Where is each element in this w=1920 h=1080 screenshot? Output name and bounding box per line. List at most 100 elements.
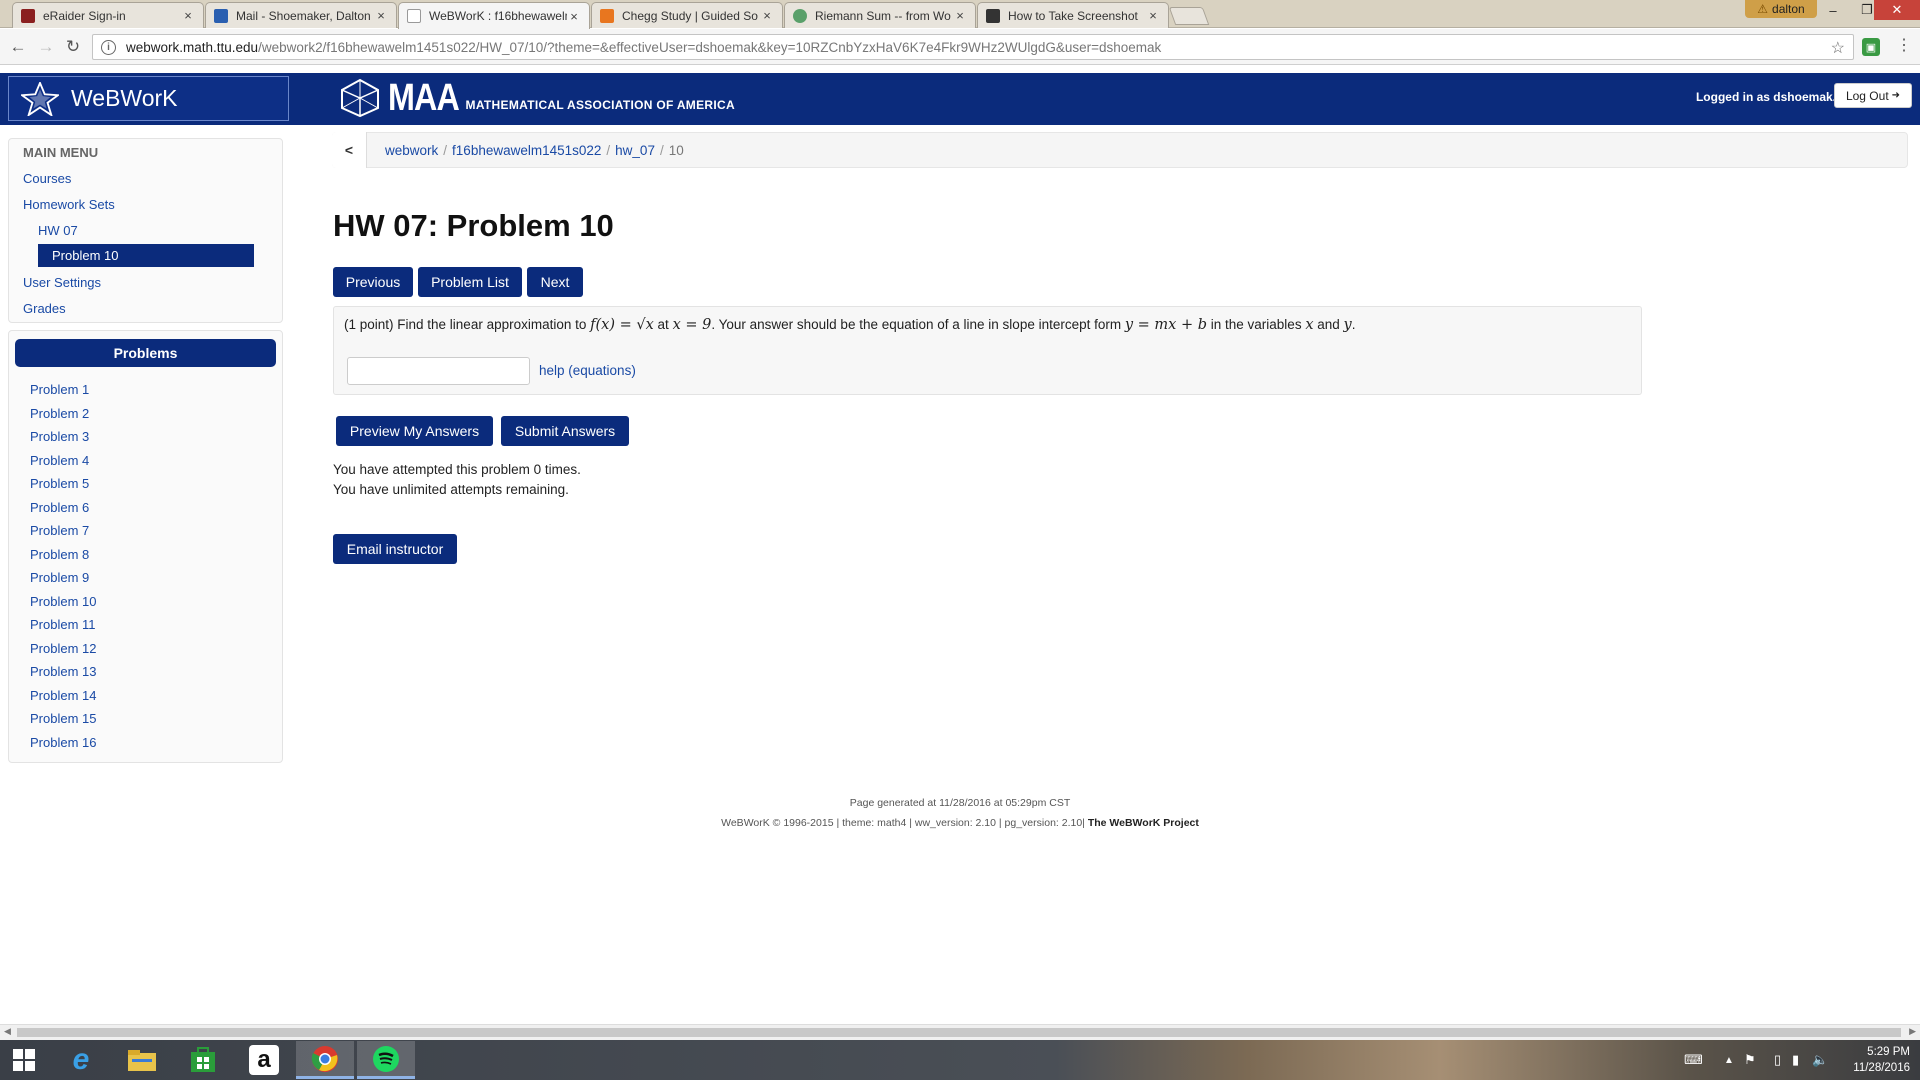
math-var-y: y xyxy=(1343,317,1352,333)
problem-list-button[interactable]: Problem List xyxy=(418,267,522,297)
site-header: WeBWorK MAA MATHEMATICAL ASSOCIATION OF … xyxy=(0,73,1920,125)
menu-current-problem-link[interactable]: Problem 10 xyxy=(38,244,254,267)
back-arrow-icon[interactable]: ← xyxy=(8,37,28,57)
next-button[interactable]: Next xyxy=(527,267,583,297)
browser-tab-webwork[interactable]: WeBWorK : f16bhewawelm × xyxy=(398,2,590,29)
windows-start-icon[interactable] xyxy=(0,1041,48,1079)
network-icon[interactable]: ▮ xyxy=(1792,1052,1799,1068)
problem-link-7[interactable]: Problem 7 xyxy=(30,523,96,547)
browser-tab-htg[interactable]: How to Take Screenshot × xyxy=(977,2,1169,28)
scroll-right-icon[interactable]: ▶ xyxy=(1909,1026,1916,1037)
webwork-brand[interactable]: WeBWorK xyxy=(8,76,289,121)
profile-badge[interactable]: ⚠ dalton xyxy=(1745,0,1817,18)
clock-date: 11/28/2016 xyxy=(1853,1062,1910,1074)
problems-heading: Problems xyxy=(15,339,276,367)
tab-close-icon[interactable]: × xyxy=(374,8,388,23)
horizontal-scrollbar[interactable]: ◀ ▶ xyxy=(0,1024,1920,1040)
address-bar[interactable]: i webwork.math.ttu.edu /webwork2/f16bhew… xyxy=(92,34,1854,60)
problem-link-9[interactable]: Problem 9 xyxy=(30,570,96,594)
problem-link-8[interactable]: Problem 8 xyxy=(30,547,96,571)
system-clock[interactable]: 5:29 PM 11/28/2016 xyxy=(1853,1044,1910,1076)
problem-link-2[interactable]: Problem 2 xyxy=(30,406,96,430)
logged-in-status: Logged in as dshoemak. xyxy=(1695,90,1836,104)
problem-link-13[interactable]: Problem 13 xyxy=(30,664,96,688)
browser-tab-mail[interactable]: Mail - Shoemaker, Dalton × xyxy=(205,2,397,28)
tab-close-icon[interactable]: × xyxy=(760,8,774,23)
menu-user-settings-link[interactable]: User Settings xyxy=(23,275,101,290)
problem-link-11[interactable]: Problem 11 xyxy=(30,617,96,641)
menu-grades-link[interactable]: Grades xyxy=(23,301,66,316)
tab-close-icon[interactable]: × xyxy=(953,8,967,23)
problem-link-14[interactable]: Problem 14 xyxy=(30,688,96,712)
problem-link-5[interactable]: Problem 5 xyxy=(30,476,96,500)
clock-time: 5:29 PM xyxy=(1867,1046,1910,1058)
breadcrumb-trail: webwork / f16bhewawelm1451s022/hw_07/10 xyxy=(385,143,684,158)
chevron-left-icon[interactable]: < xyxy=(332,132,367,168)
action-center-icon[interactable]: ⚑ xyxy=(1744,1052,1756,1068)
problem-link-15[interactable]: Problem 15 xyxy=(30,711,96,735)
attempts-text: You have attempted this problem 0 times. xyxy=(333,462,581,477)
touch-keyboard-icon[interactable]: ⌨ xyxy=(1684,1052,1703,1068)
tab-close-icon[interactable]: × xyxy=(567,9,581,24)
answer-input[interactable] xyxy=(347,357,530,385)
help-equations-link[interactable]: help (equations) xyxy=(539,363,636,378)
webwork-logo-icon xyxy=(21,81,59,116)
bookmark-star-icon[interactable]: ☆ xyxy=(1831,38,1845,58)
volume-icon[interactable]: 🔈 xyxy=(1812,1052,1828,1068)
scrollbar-thumb[interactable] xyxy=(17,1028,1901,1037)
problem-link-3[interactable]: Problem 3 xyxy=(30,429,96,453)
battery-icon[interactable]: ▯ xyxy=(1774,1052,1781,1068)
chrome-taskbar-icon[interactable] xyxy=(296,1041,354,1079)
file-explorer-icon[interactable] xyxy=(113,1041,171,1079)
browser-tab-riemann[interactable]: Riemann Sum -- from Wo × xyxy=(784,2,976,28)
browser-tab-eraider[interactable]: eRaider Sign-in × xyxy=(12,2,204,28)
breadcrumb-webwork[interactable]: webwork xyxy=(385,143,438,158)
problem-text: . Your answer should be the equation of … xyxy=(711,317,1125,332)
tab-title: Riemann Sum -- from Wo xyxy=(815,8,951,23)
close-window-icon[interactable]: ✕ xyxy=(1874,0,1920,20)
tab-title: Mail - Shoemaker, Dalton xyxy=(236,8,371,23)
problem-link-4[interactable]: Problem 4 xyxy=(30,453,96,477)
store-icon[interactable] xyxy=(174,1041,232,1079)
new-tab-button[interactable] xyxy=(1168,7,1210,25)
menu-hw07-link[interactable]: HW 07 xyxy=(38,223,78,238)
chrome-menu-icon[interactable]: ⋮ xyxy=(1896,38,1912,56)
tab-title: eRaider Sign-in xyxy=(43,8,126,23)
preview-answers-button[interactable]: Preview My Answers xyxy=(336,416,493,446)
tab-close-icon[interactable]: × xyxy=(1146,8,1160,23)
problem-link-16[interactable]: Problem 16 xyxy=(30,735,96,759)
show-hidden-icons-icon[interactable]: ▲ xyxy=(1724,1055,1734,1066)
problem-link-1[interactable]: Problem 1 xyxy=(30,382,96,406)
version-footer: WeBWorK © 1996-2015 | theme: math4 | ww_… xyxy=(0,817,1920,829)
menu-homework-sets-link[interactable]: Homework Sets xyxy=(23,197,115,212)
reload-icon[interactable]: ↻ xyxy=(63,37,83,57)
amazon-icon[interactable]: a xyxy=(235,1041,293,1079)
breadcrumb-course[interactable]: f16bhewawelm1451s022 xyxy=(452,143,601,158)
page-title: HW 07: Problem 10 xyxy=(333,208,614,243)
extension-icon[interactable]: ▣ xyxy=(1862,38,1880,56)
problem-list: Problem 1 Problem 2 Problem 3 Problem 4 … xyxy=(30,382,96,758)
minimize-icon[interactable]: – xyxy=(1816,0,1850,20)
breadcrumb-set[interactable]: hw_07 xyxy=(615,143,655,158)
browser-tab-chegg[interactable]: Chegg Study | Guided So × xyxy=(591,2,783,28)
webwork-project-link[interactable]: The WeBWorK Project xyxy=(1088,817,1199,829)
submit-answers-button[interactable]: Submit Answers xyxy=(501,416,629,446)
version-text: WeBWorK © 1996-2015 | theme: math4 | ww_… xyxy=(721,817,1088,829)
internet-explorer-icon[interactable]: e xyxy=(52,1041,110,1079)
previous-button[interactable]: Previous xyxy=(333,267,413,297)
problem-link-10[interactable]: Problem 10 xyxy=(30,594,96,618)
problem-link-12[interactable]: Problem 12 xyxy=(30,641,96,665)
maa-logo[interactable]: MAA MATHEMATICAL ASSOCIATION OF AMERICA xyxy=(338,77,735,119)
problem-text: (1 point) Find the linear approximation … xyxy=(344,317,591,332)
forward-arrow-icon[interactable]: → xyxy=(36,37,56,57)
scroll-left-icon[interactable]: ◀ xyxy=(4,1026,11,1037)
maa-polyhedron-icon xyxy=(341,78,379,118)
email-instructor-button[interactable]: Email instructor xyxy=(333,534,457,564)
spotify-icon[interactable] xyxy=(357,1041,415,1079)
menu-courses-link[interactable]: Courses xyxy=(23,171,71,186)
site-info-icon[interactable]: i xyxy=(101,39,116,55)
logout-button[interactable]: Log Out ➜ xyxy=(1834,83,1912,108)
breadcrumb-separator: / xyxy=(443,142,448,158)
problem-link-6[interactable]: Problem 6 xyxy=(30,500,96,524)
tab-close-icon[interactable]: × xyxy=(181,8,195,23)
